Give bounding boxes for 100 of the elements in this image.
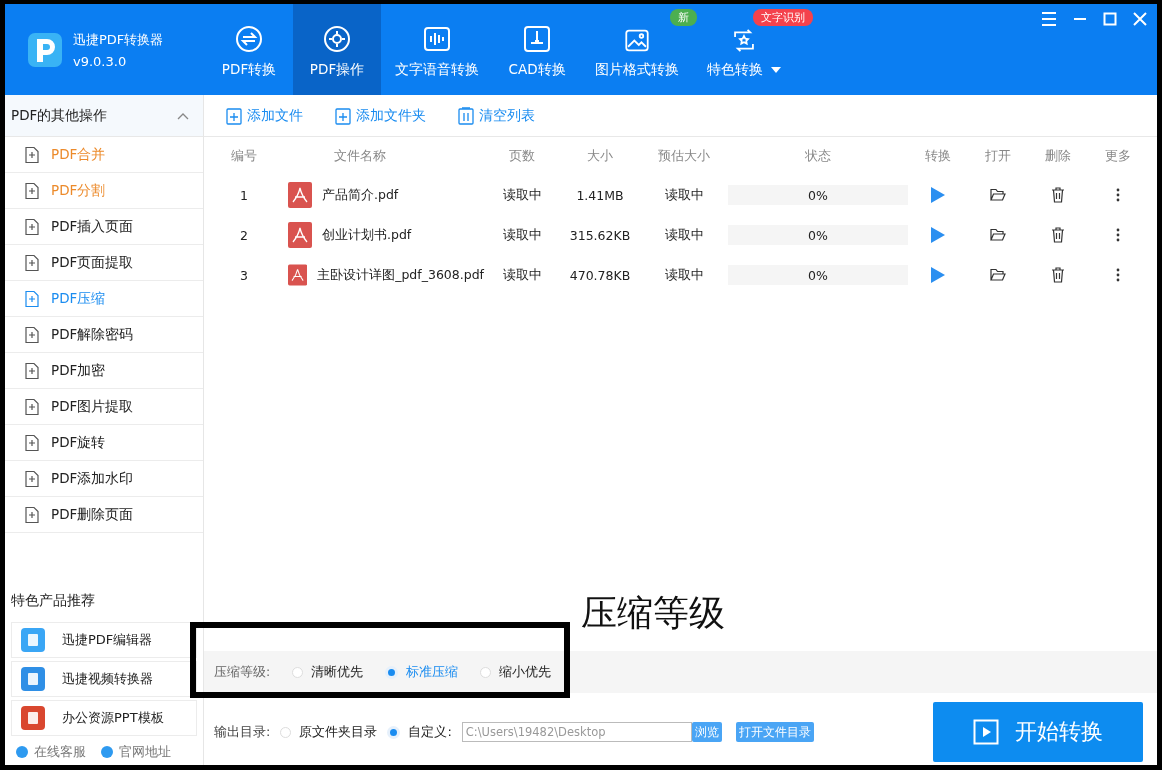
- toolbar-button[interactable]: 添加文件: [226, 106, 303, 125]
- nav-tab[interactable]: 图片格式转换: [581, 28, 693, 95]
- menu-icon[interactable]: [1041, 12, 1057, 26]
- nav-badge: 新: [670, 9, 697, 26]
- more-icon[interactable]: [1116, 268, 1120, 282]
- progress-text: 0%: [808, 187, 828, 203]
- path-field[interactable]: C:\Users\19482\Desktop: [461, 722, 692, 742]
- play-icon: [973, 719, 999, 745]
- app-icon: [20, 705, 46, 731]
- product-link[interactable]: 迅捷视频转换器: [11, 661, 197, 697]
- nav-tab[interactable]: 特色转换: [693, 28, 795, 95]
- table-cell-text: 315.62KB: [568, 227, 632, 243]
- chevron-icon: [177, 111, 189, 120]
- compression-label: 压缩等级:: [214, 663, 271, 681]
- table-cell-text: 2: [239, 227, 249, 243]
- app-logo-icon: [27, 31, 63, 68]
- table-cell-text: 1.41MB: [575, 187, 625, 203]
- sidebar-item[interactable]: PDF图片提取: [5, 389, 203, 425]
- annotation-label: 压缩等级: [581, 591, 725, 635]
- play-icon[interactable]: [931, 267, 945, 283]
- document-icon: [23, 397, 41, 416]
- column-header: 删除: [1044, 147, 1072, 165]
- table-cell-text: 1: [239, 187, 249, 203]
- sidebar-item[interactable]: PDF页面提取: [5, 245, 203, 281]
- footer-link[interactable]: 在线客服: [15, 743, 86, 761]
- folder-icon[interactable]: [990, 188, 1006, 202]
- more-icon[interactable]: [1116, 228, 1120, 242]
- sidebar-item[interactable]: PDF加密: [5, 353, 203, 389]
- trash-icon[interactable]: [1051, 267, 1065, 283]
- sidebar-item[interactable]: PDF插入页面: [5, 209, 203, 245]
- radio-option[interactable]: 原文件夹目录: [280, 723, 378, 741]
- column-header: 编号: [230, 147, 258, 165]
- toolbar-icon: [335, 106, 351, 125]
- radio-option[interactable]: 自定义:: [387, 723, 452, 741]
- more-icon[interactable]: [1116, 188, 1120, 202]
- column-header: 打开: [984, 147, 1012, 165]
- progress-text: 0%: [808, 267, 828, 283]
- pdf-file-icon: [288, 262, 308, 288]
- table-cell-text: 读取中: [501, 186, 543, 204]
- column-header: 文件名称: [333, 147, 387, 165]
- toolbar-icon: [458, 106, 474, 125]
- file-name: 主卧设计详图_pdf_3608.pdf: [317, 266, 484, 284]
- folder-icon[interactable]: [990, 228, 1006, 242]
- sidebar-item[interactable]: PDF旋转: [5, 425, 203, 461]
- radio-option[interactable]: 清晰优先: [292, 663, 364, 681]
- swap-icon: [235, 25, 263, 53]
- sidebar-title: PDF的其他操作: [11, 106, 108, 125]
- footer-link[interactable]: 官网地址: [100, 743, 171, 761]
- document-icon: [23, 181, 41, 200]
- document-icon: [23, 505, 41, 524]
- app-name: 迅捷PDF转换器: [73, 30, 164, 49]
- close-icon[interactable]: [1133, 12, 1147, 26]
- start-button[interactable]: 开始转换: [933, 702, 1143, 762]
- trash-icon[interactable]: [1051, 227, 1065, 243]
- app-version: v9.0.3.0: [73, 53, 128, 69]
- product-link[interactable]: 迅捷PDF编辑器: [11, 622, 197, 658]
- play-icon[interactable]: [931, 227, 945, 243]
- recommend-title: 特色产品推荐: [10, 592, 96, 610]
- column-header: 大小: [586, 147, 614, 165]
- sidebar-header[interactable]: PDF的其他操作: [5, 95, 203, 137]
- nav-tab[interactable]: PDF操作: [293, 4, 381, 95]
- table-cell-text: 读取中: [663, 186, 705, 204]
- table-cell-text: 470.78KB: [568, 267, 632, 283]
- nav-tab[interactable]: CAD转换: [493, 4, 581, 95]
- play-icon[interactable]: [931, 187, 945, 203]
- column-header: 转换: [924, 147, 952, 165]
- sidebar-item[interactable]: PDF压缩: [5, 281, 203, 317]
- folder-icon[interactable]: [990, 268, 1006, 282]
- nav-badge: 文字识别: [753, 9, 813, 26]
- sidebar-item[interactable]: PDF添加水印: [5, 461, 203, 497]
- document-icon: [23, 289, 41, 308]
- radio-option[interactable]: 标准压缩: [385, 663, 459, 681]
- sidebar-item[interactable]: PDF分割: [5, 173, 203, 209]
- table-cell-text: 读取中: [501, 226, 543, 244]
- nav-tab[interactable]: 文字语音转换: [381, 4, 493, 95]
- sidebar-item[interactable]: PDF解除密码: [5, 317, 203, 353]
- document-icon: [23, 217, 41, 236]
- browse-button[interactable]: 浏览: [691, 722, 722, 742]
- trash-icon[interactable]: [1051, 187, 1065, 203]
- nav-tab[interactable]: PDF转换: [205, 4, 293, 95]
- document-icon: [23, 469, 41, 488]
- table-cell-text: 读取中: [663, 226, 705, 244]
- output-label: 输出目录:: [214, 723, 271, 741]
- app-icon: [20, 666, 46, 692]
- product-link[interactable]: 办公资源PPT模板: [11, 700, 197, 736]
- column-header: 预估大小: [657, 147, 711, 165]
- image-icon: [623, 28, 651, 53]
- file-name: 创业计划书.pdf: [322, 226, 412, 244]
- document-icon: [23, 361, 41, 380]
- toolbar-button[interactable]: 添加文件夹: [335, 106, 426, 125]
- column-header: 状态: [804, 147, 832, 165]
- open-folder-button[interactable]: 打开文件目录: [735, 722, 814, 742]
- sidebar-item[interactable]: PDF删除页面: [5, 497, 203, 533]
- document-icon: [23, 433, 41, 452]
- pdf-file-icon: [288, 222, 312, 248]
- progress-text: 0%: [808, 227, 828, 243]
- radio-option[interactable]: 缩小优先: [480, 663, 552, 681]
- toolbar-button[interactable]: 清空列表: [458, 106, 535, 125]
- maximize-icon[interactable]: [1103, 12, 1117, 26]
- sidebar-item[interactable]: PDF合并: [5, 137, 203, 173]
